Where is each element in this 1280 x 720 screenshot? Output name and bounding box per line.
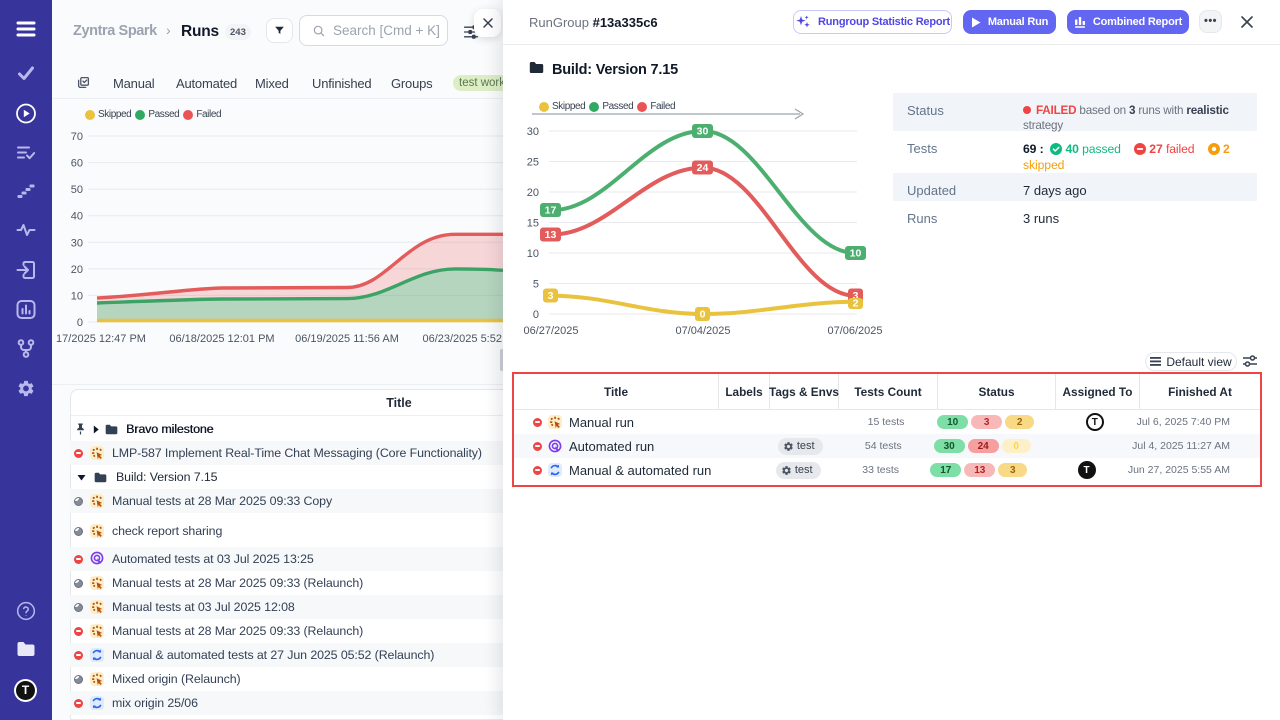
svg-text:25: 25 (527, 157, 539, 169)
svg-text:13: 13 (545, 229, 557, 241)
svg-text:70: 70 (71, 131, 83, 143)
svg-text:0: 0 (77, 317, 83, 329)
svg-text:10: 10 (850, 248, 862, 260)
svg-text:06/23/2025 5:52 PM: 06/23/2025 5:52 PM (422, 333, 503, 345)
svg-text:06/27/2025: 06/27/2025 (523, 325, 578, 337)
svg-text:2: 2 (853, 298, 859, 310)
svg-text:24: 24 (697, 162, 709, 174)
svg-text:07/04/2025: 07/04/2025 (675, 325, 730, 337)
svg-text:10: 10 (527, 248, 539, 260)
svg-text:0: 0 (533, 309, 539, 321)
svg-text:15: 15 (527, 218, 539, 230)
svg-text:50: 50 (71, 184, 83, 196)
svg-text:0: 0 (700, 309, 706, 321)
svg-text:17/2025 12:47 PM: 17/2025 12:47 PM (56, 333, 146, 345)
svg-text:20: 20 (71, 264, 83, 276)
svg-text:10: 10 (71, 290, 83, 302)
svg-text:5: 5 (533, 279, 539, 291)
svg-text:30: 30 (527, 126, 539, 138)
svg-text:17: 17 (545, 205, 557, 217)
svg-text:20: 20 (527, 187, 539, 199)
svg-text:30: 30 (697, 126, 709, 138)
svg-text:60: 60 (71, 158, 83, 170)
svg-text:06/18/2025 12:01 PM: 06/18/2025 12:01 PM (169, 333, 274, 345)
svg-text:30: 30 (71, 237, 83, 249)
svg-text:40: 40 (71, 211, 83, 223)
svg-text:06/19/2025 11:56 AM: 06/19/2025 11:56 AM (295, 333, 399, 345)
svg-text:3: 3 (548, 290, 554, 302)
svg-text:07/06/2025: 07/06/2025 (827, 325, 882, 337)
